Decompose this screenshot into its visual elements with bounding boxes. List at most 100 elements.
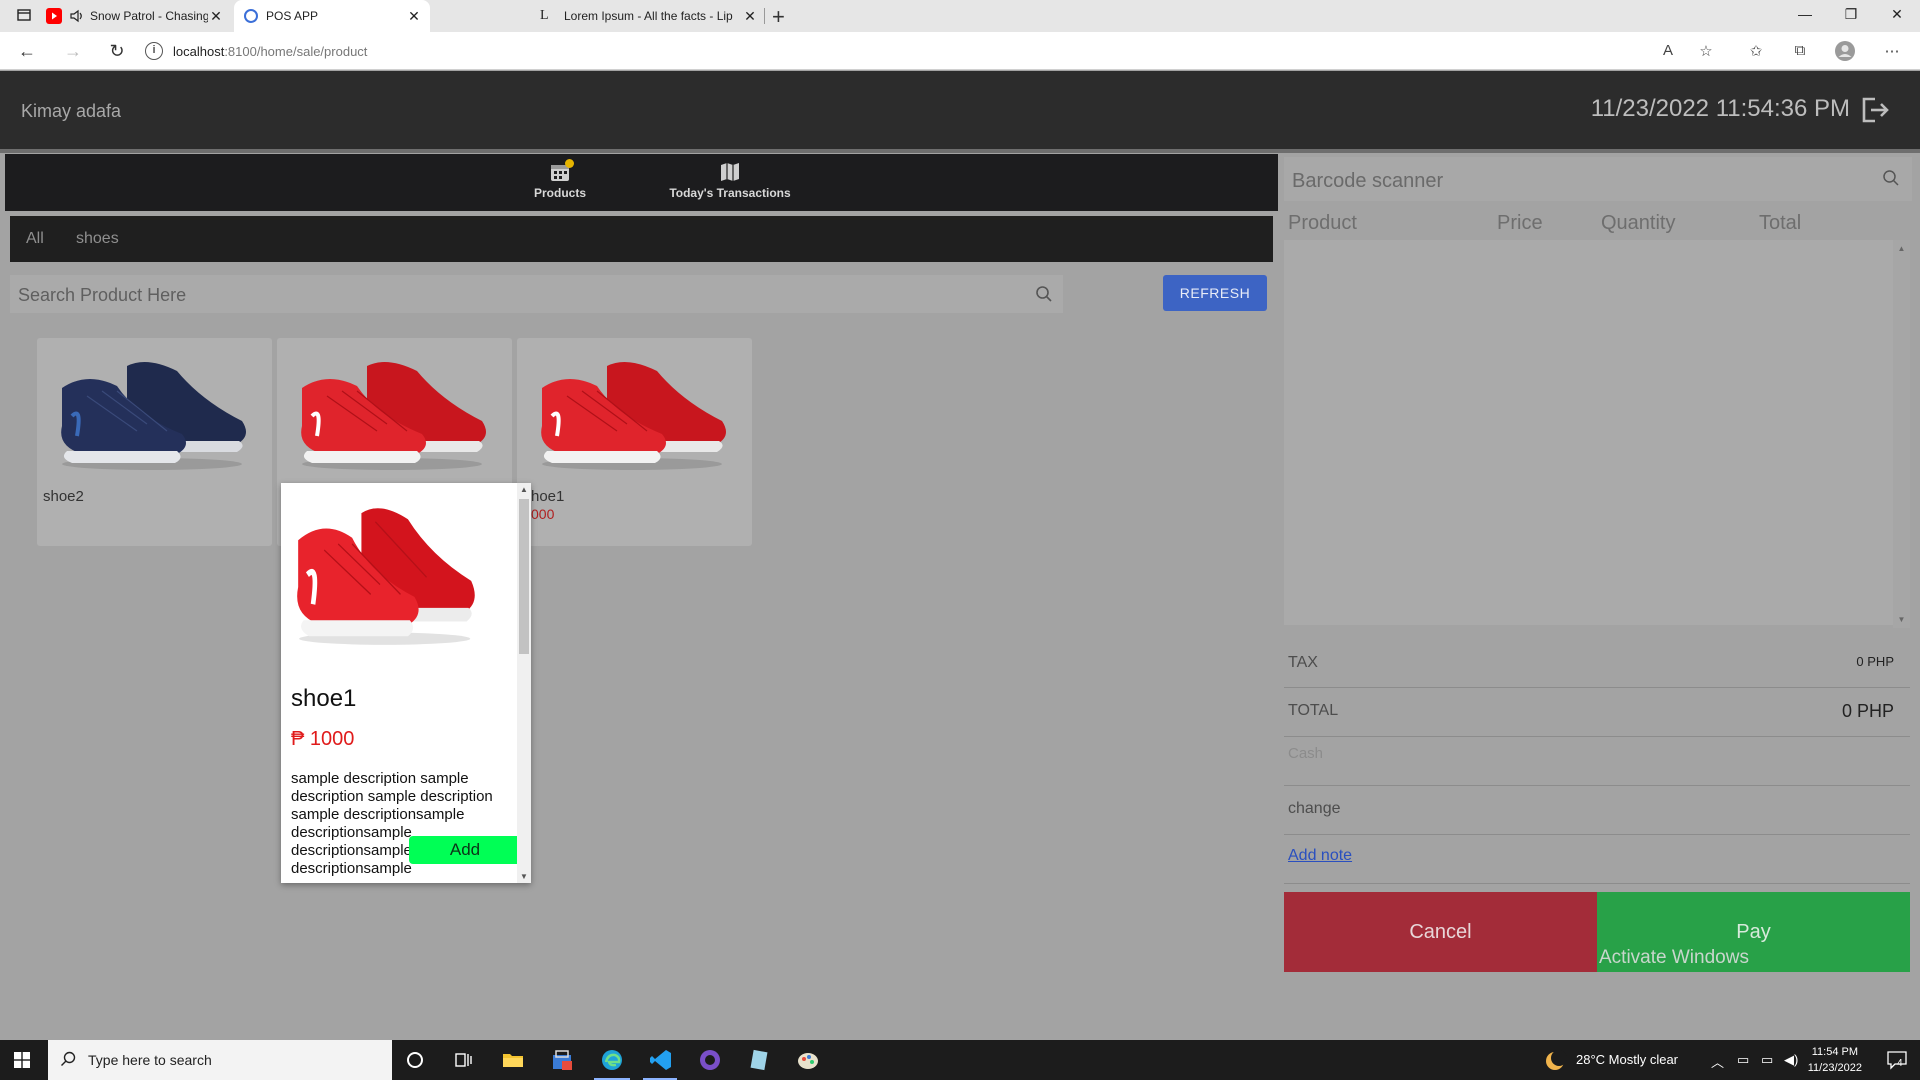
cash-placeholder: Cash [1288, 745, 1324, 762]
tab-transactions[interactable]: Today's Transactions [665, 162, 795, 200]
product-card[interactable]: shoe2 [37, 338, 272, 546]
scroll-down-icon[interactable]: ▼ [1893, 615, 1910, 624]
close-tab-icon[interactable]: ✕ [406, 8, 422, 25]
popover-scrollbar[interactable]: ▲ ▼ [517, 483, 531, 883]
refresh-button[interactable]: REFRESH [1163, 275, 1267, 311]
taskbar-search-input[interactable]: Type here to search [48, 1040, 392, 1080]
restore-button[interactable]: ❐ [1828, 6, 1874, 23]
github-desktop-icon[interactable] [698, 1048, 722, 1072]
category-all[interactable]: All [26, 230, 44, 248]
system-clock[interactable]: 11:54 PM 11/23/2022 [1808, 1044, 1862, 1076]
scroll-up-icon[interactable]: ▲ [1893, 244, 1910, 253]
scroll-thumb[interactable] [519, 499, 529, 654]
cortana-icon[interactable] [403, 1048, 427, 1072]
column-price: Price [1497, 212, 1543, 234]
notepad-icon[interactable] [747, 1048, 771, 1072]
map-icon [720, 162, 740, 182]
edge-icon[interactable] [600, 1048, 624, 1072]
network-icon[interactable]: ▭ [1737, 1052, 1749, 1068]
store-icon[interactable] [550, 1048, 574, 1072]
add-to-cart-button[interactable]: Add [409, 836, 521, 864]
product-image [301, 362, 486, 470]
notification-badge [565, 159, 574, 168]
favorite-add-icon[interactable]: ☆ [1696, 42, 1716, 60]
display-icon[interactable]: ▭ [1761, 1052, 1773, 1068]
windows-start-icon[interactable] [14, 1052, 30, 1068]
search-icon[interactable] [1035, 285, 1053, 303]
youtube-icon [46, 8, 62, 24]
cart-header: Product Price Quantity Total [1284, 208, 1912, 240]
collections-icon[interactable]: ⧉ [1790, 42, 1810, 59]
minimize-button[interactable]: — [1782, 6, 1828, 22]
site-icon [244, 9, 258, 23]
app-header: Kimay adafa 11/23/2022 11:54:36 PM [0, 71, 1920, 149]
clock-time: 11:54 PM [1811, 1046, 1859, 1058]
product-search-input[interactable]: Search Product Here [10, 275, 1063, 313]
tab-transactions-label: Today's Transactions [669, 186, 791, 200]
cancel-button[interactable]: Cancel [1284, 892, 1597, 972]
read-aloud-icon[interactable]: A [1658, 42, 1678, 59]
tax-label: TAX [1288, 654, 1318, 671]
add-note-link[interactable]: Add note [1288, 847, 1352, 865]
weather-moon-icon[interactable] [1543, 1049, 1567, 1073]
product-image [541, 362, 726, 470]
cash-input[interactable]: Cash [1284, 737, 1910, 786]
weather-text[interactable]: 28°C Mostly clear [1576, 1052, 1678, 1067]
column-total: Total [1759, 212, 1802, 234]
close-tab-icon[interactable]: ✕ [742, 8, 758, 25]
back-icon[interactable]: ← [16, 41, 38, 62]
browser-tab-lorem[interactable]: L Lorem Ipsum - All the facts - Lip ✕ [530, 0, 766, 32]
task-view-icon[interactable] [451, 1048, 475, 1072]
barcode-scanner-input[interactable]: Barcode scanner [1284, 157, 1912, 201]
speaker-icon[interactable] [70, 8, 84, 24]
scroll-down-icon[interactable]: ▼ [519, 872, 529, 881]
scroll-up-icon[interactable]: ▲ [519, 485, 529, 494]
category-bar: All shoes [10, 216, 1273, 262]
popover-product-name: shoe1 [291, 685, 357, 712]
tab-title: POS APP [266, 9, 319, 23]
column-quantity: Quantity [1601, 212, 1676, 234]
url-path: :8100/home/sale/product [224, 43, 368, 59]
file-explorer-icon[interactable] [501, 1048, 525, 1072]
search-icon[interactable] [1882, 169, 1900, 187]
new-tab-button[interactable]: + [772, 4, 785, 30]
product-name: hoe1 [531, 488, 565, 505]
close-window-button[interactable]: ✕ [1874, 6, 1920, 23]
profile-avatar[interactable] [1834, 40, 1855, 66]
tray-overflow-icon[interactable]: ︿ [1711, 1052, 1724, 1071]
total-row: TOTAL 0 PHP [1284, 688, 1910, 737]
product-detail-popover: shoe1 ₱ 1000 sample description sample d… [281, 483, 531, 883]
product-image [61, 362, 246, 470]
tab-title: Snow Patrol - Chasing Cars [90, 9, 208, 23]
tab-actions-icon[interactable] [16, 8, 32, 24]
forward-icon[interactable]: → [62, 41, 84, 62]
reload-icon[interactable]: ↻ [106, 41, 128, 62]
browser-tab-youtube[interactable]: Snow Patrol - Chasing Cars ✕ [36, 0, 232, 32]
close-tab-icon[interactable]: ✕ [208, 8, 224, 25]
vscode-icon[interactable] [649, 1048, 673, 1072]
column-product: Product [1288, 212, 1357, 234]
notification-center-icon[interactable]: 4 [1886, 1049, 1908, 1071]
menu-icon[interactable]: ⋯ [1882, 42, 1902, 60]
product-card[interactable]: hoe1 000 [517, 338, 752, 546]
browser-tab-bar: Snow Patrol - Chasing Cars ✕ POS APP ✕ L… [0, 0, 1920, 32]
site-info-icon[interactable]: i [145, 42, 163, 60]
lipsum-icon: L [540, 8, 549, 23]
logout-icon[interactable] [1860, 96, 1890, 124]
paint-icon[interactable] [796, 1048, 820, 1072]
change-label: change [1288, 800, 1341, 817]
header-divider [0, 149, 1920, 153]
calendar-icon [550, 159, 574, 182]
main-tabs: Products Today's Transactions [5, 154, 1278, 211]
favorites-icon[interactable]: ✩ [1746, 42, 1766, 60]
search-icon [61, 1051, 76, 1066]
url-field[interactable]: i localhost:8100/home/sale/product [145, 36, 1675, 66]
tab-title: Lorem Ipsum - All the facts - Lip [564, 9, 733, 23]
category-shoes[interactable]: shoes [76, 230, 119, 248]
clock-date: 11/23/2022 [1807, 1062, 1862, 1074]
cart-scrollbar[interactable]: ▲ ▼ [1893, 240, 1910, 628]
browser-tab-pos-app[interactable]: POS APP ✕ [234, 0, 430, 32]
volume-icon[interactable]: ◀) [1784, 1052, 1798, 1068]
tab-products[interactable]: Products [530, 159, 590, 200]
address-bar: ← → ↻ i localhost:8100/home/sale/product… [0, 32, 1920, 70]
